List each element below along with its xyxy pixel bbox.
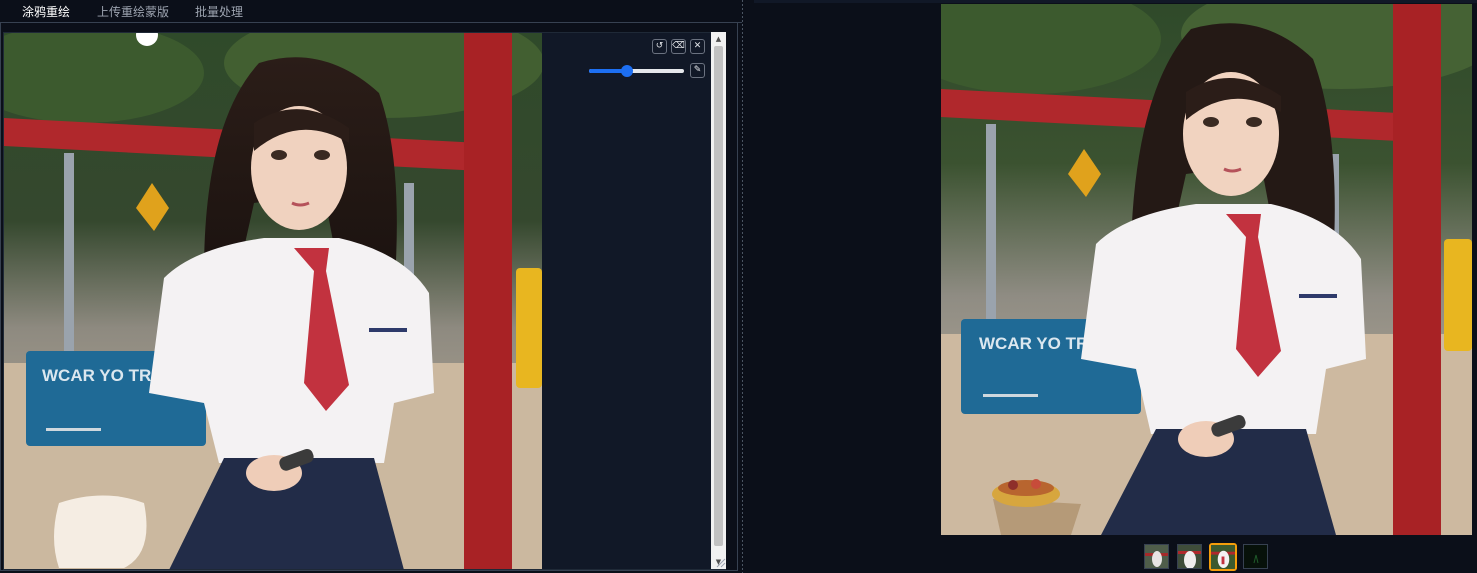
output-panel: WCAR YO TRE — [754, 0, 1477, 573]
brush-color-button[interactable]: ✎ — [690, 63, 705, 78]
resize-grip-icon[interactable] — [716, 558, 726, 568]
inpaint-panel: 涂鸦重绘 上传重绘蒙版 批量处理 WCAR YO TRE ↺ ⌫ ✕ ✎ ▲ ▼ — [0, 0, 742, 573]
brush-icon: ✎ — [693, 65, 702, 75]
close-button[interactable]: ✕ — [690, 39, 705, 54]
thumbnail-3-image — [1211, 545, 1235, 569]
result-sign-text: WCAR YO TRE — [979, 334, 1100, 353]
eraser-icon: ⌫ — [672, 41, 685, 51]
gallery-thumbnail-2[interactable] — [1177, 544, 1202, 569]
gallery-thumbnail-4[interactable] — [1243, 544, 1268, 569]
undo-icon: ↺ — [655, 41, 664, 51]
thumbnail-2-image — [1178, 545, 1201, 568]
canvas-sign-text: WCAR YO TRE — [42, 366, 163, 385]
tab-bar: 涂鸦重绘 上传重绘蒙版 批量处理 — [0, 0, 742, 23]
panel-divider — [742, 0, 743, 573]
canvas-image[interactable]: WCAR YO TRE — [4, 33, 542, 570]
scroll-up-arrow[interactable]: ▲ — [711, 32, 726, 46]
scroll-thumb[interactable] — [714, 46, 723, 546]
thumbnail-4-image — [1244, 545, 1267, 568]
slider-thumb[interactable] — [621, 65, 633, 77]
vertical-scrollbar[interactable]: ▲ ▼ — [711, 32, 726, 569]
tab-sketch-inpaint[interactable]: 涂鸦重绘 — [22, 3, 70, 20]
output-header-strip — [754, 0, 1477, 3]
sketch-canvas[interactable]: WCAR YO TRE ↺ ⌫ ✕ ✎ — [3, 32, 726, 570]
gallery-thumbnail-3[interactable] — [1209, 543, 1237, 571]
tab-batch[interactable]: 批量处理 — [195, 3, 243, 20]
result-image[interactable]: WCAR YO TRE — [941, 4, 1472, 535]
brush-size-slider[interactable] — [589, 65, 684, 77]
clear-button[interactable]: ⌫ — [671, 39, 686, 54]
thumbnail-1-image — [1145, 545, 1168, 568]
gallery-thumbnail-1[interactable] — [1144, 544, 1169, 569]
undo-button[interactable]: ↺ — [652, 39, 667, 54]
tab-upload-mask[interactable]: 上传重绘蒙版 — [97, 3, 169, 20]
close-icon: ✕ — [693, 41, 702, 51]
